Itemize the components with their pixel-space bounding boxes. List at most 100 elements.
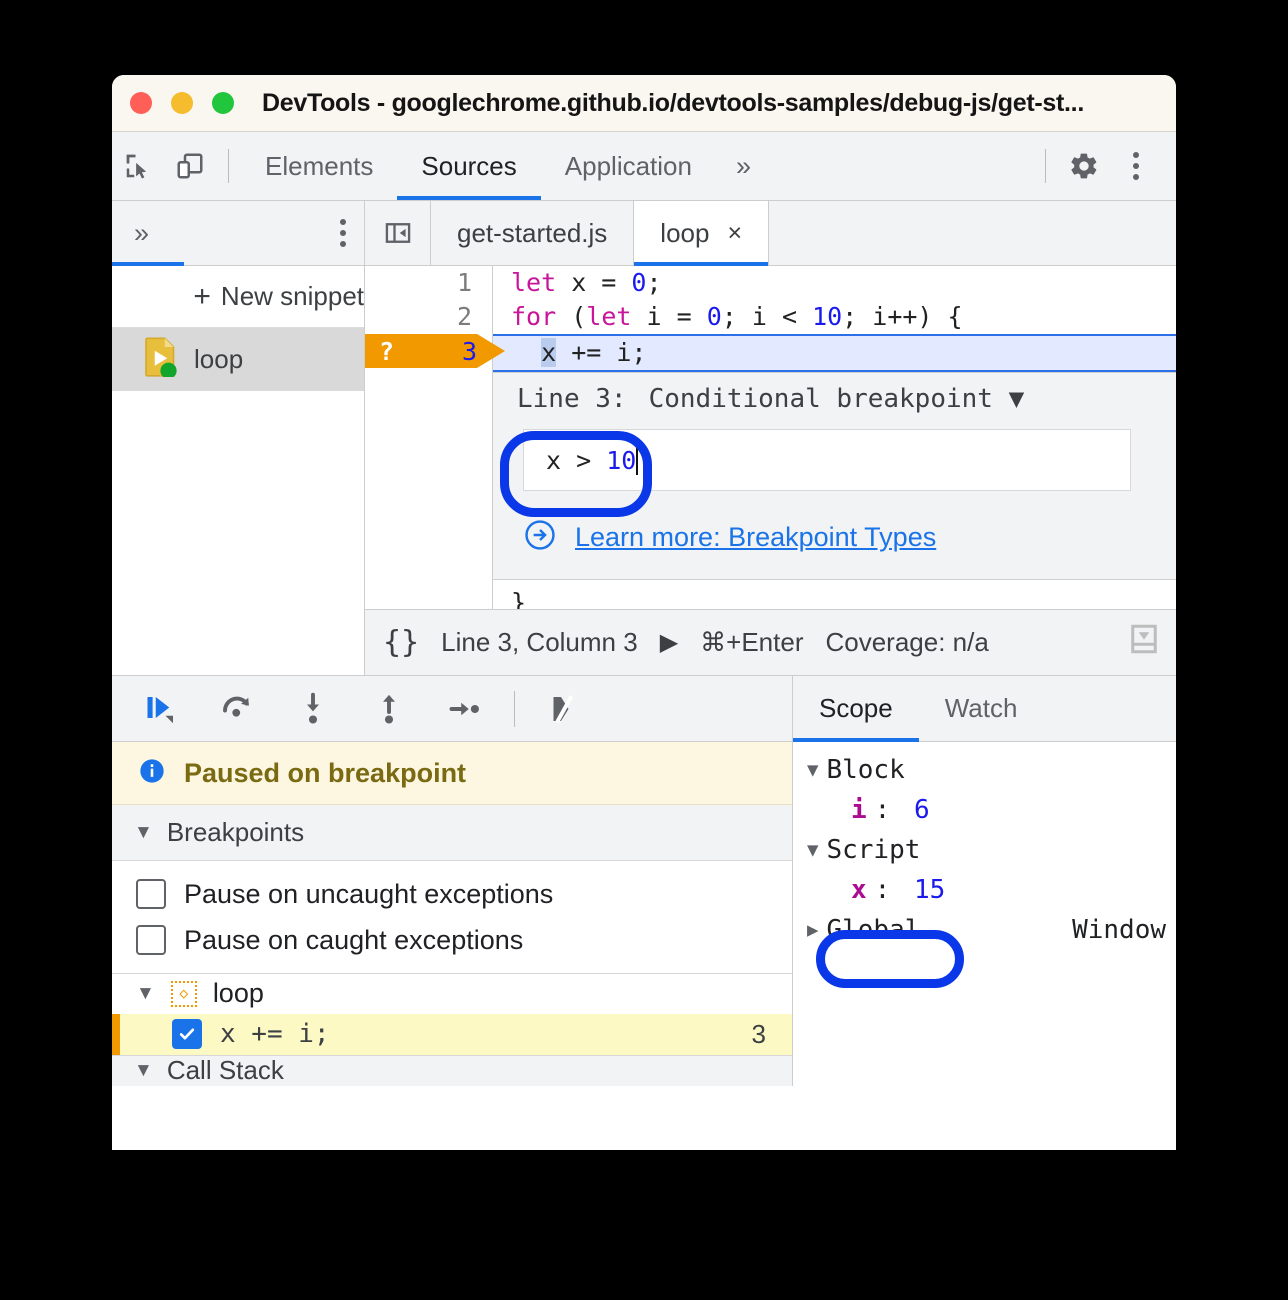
run-snippet-icon[interactable]: ▶ (660, 628, 678, 657)
close-icon[interactable]: × (727, 219, 742, 248)
call-stack-label: Call Stack (167, 1055, 284, 1086)
step-button[interactable] (438, 682, 492, 736)
call-stack-section-header[interactable]: ▼ Call Stack (112, 1055, 792, 1086)
breakpoints-section-header[interactable]: ▼ Breakpoints (112, 805, 792, 861)
pause-caught-exceptions-label: Pause on caught exceptions (184, 925, 523, 956)
navigator-menu-icon[interactable] (340, 219, 346, 247)
snippet-icon (144, 337, 178, 382)
window-controls (130, 92, 234, 114)
breakpoint-condition-editor: Line 3: Conditional breakpoint ▼ x > 10 (493, 372, 1176, 580)
breakpoint-condition-input[interactable]: x > 10 (523, 429, 1131, 491)
zoom-button[interactable] (212, 92, 234, 114)
pause-uncaught-exceptions-row[interactable]: Pause on uncaught exceptions (112, 871, 792, 917)
code-line-1[interactable]: let x = 0; (493, 266, 1176, 300)
tab-elements[interactable]: Elements (241, 132, 397, 200)
breakpoint-group-loop[interactable]: ▼ ◇ loop (112, 973, 792, 1014)
line-number: 3 (462, 337, 477, 366)
code-line-4[interactable]: } (493, 586, 1176, 609)
editor-tab-loop[interactable]: loop × (634, 201, 769, 265)
minimize-button[interactable] (171, 92, 193, 114)
line-number[interactable]: 2 (365, 300, 492, 334)
sidebar-item-loop[interactable]: loop (112, 328, 364, 391)
editor-status-bar: {} Line 3, Column 3 ▶ ⌘+Enter Coverage: … (365, 609, 1176, 675)
navigator-more-icon[interactable]: » (134, 218, 149, 249)
chevron-down-icon[interactable]: ▼ (134, 822, 153, 844)
breakpoint-condition-glyph: ? (379, 337, 394, 366)
close-button[interactable] (130, 92, 152, 114)
gear-icon[interactable] (1058, 140, 1110, 192)
editor-tab-get-started[interactable]: get-started.js (431, 201, 634, 265)
breakpoint-type-label: Conditional breakpoint (649, 384, 993, 414)
chevron-down-icon[interactable]: ▼ (136, 983, 155, 1005)
info-icon (138, 757, 166, 790)
scope-property-i[interactable]: i: 6 (793, 790, 1176, 830)
device-toolbar-icon[interactable] (164, 140, 216, 192)
pause-caught-exceptions-checkbox[interactable] (136, 925, 166, 955)
step-over-button[interactable] (210, 682, 264, 736)
chevron-down-icon[interactable]: ▼ (134, 1060, 153, 1082)
panel-tab-list: Elements Sources Application » (241, 132, 771, 200)
kebab-dots (340, 219, 346, 247)
scope-group-script-label: Script (826, 835, 920, 865)
code-line-3-execution[interactable]: x += i; (493, 334, 1176, 372)
more-panels-icon[interactable]: » (716, 151, 771, 182)
exception-options: Pause on uncaught exceptions Pause on ca… (112, 861, 792, 963)
tab-watch[interactable]: Watch (919, 676, 1044, 741)
tab-sources[interactable]: Sources (397, 132, 540, 200)
scope-group-global-label: Global (826, 915, 920, 945)
tab-scope[interactable]: Scope (793, 676, 919, 741)
breakpoint-type-select[interactable]: Conditional breakpoint ▼ (649, 384, 1025, 414)
debugger-toolbar-divider (514, 691, 515, 727)
scope-group-global[interactable]: ▶ Global Window (793, 910, 1176, 950)
editor-tabstrip: get-started.js loop × (365, 201, 1176, 266)
chevron-right-icon[interactable]: ▶ (807, 919, 818, 941)
kebab-menu-icon[interactable] (1110, 140, 1162, 192)
line-number[interactable]: 4 (365, 604, 492, 609)
toolbar-divider (228, 149, 229, 183)
text-caret (636, 445, 638, 475)
condition-number: 10 (606, 446, 636, 475)
devtools-main-toolbar: Elements Sources Application » (112, 132, 1176, 201)
chevron-down-icon[interactable]: ▼ (807, 759, 818, 781)
inspect-element-icon[interactable] (112, 140, 164, 192)
step-out-button[interactable] (362, 682, 416, 736)
conditional-breakpoint-marker[interactable]: ? 3 (365, 334, 505, 368)
code-lines[interactable]: let x = 0; for (let i = 0; i < 10; i++) … (493, 266, 1176, 609)
breakpoint-line-label: Line 3: (517, 384, 627, 414)
tab-application-label: Application (565, 151, 692, 182)
sidebar-item-loop-label: loop (194, 344, 243, 375)
pause-caught-exceptions-row[interactable]: Pause on caught exceptions (112, 917, 792, 963)
line-number[interactable]: 1 (365, 266, 492, 300)
breakpoint-list-item[interactable]: x += i; 3 (112, 1014, 792, 1055)
deactivate-breakpoints-button[interactable] (537, 682, 591, 736)
hide-navigator-icon[interactable] (365, 201, 431, 265)
chevron-down-icon[interactable]: ▼ (807, 839, 818, 861)
scope-property-value: 15 (914, 875, 945, 905)
new-snippet-button[interactable]: + New snippet (112, 266, 364, 328)
show-drawer-icon[interactable] (1126, 621, 1162, 664)
coverage-label: Coverage: n/a (825, 627, 988, 658)
breakpoint-line-number: 3 (752, 1019, 766, 1050)
pretty-print-icon[interactable]: {} (365, 625, 419, 660)
scope-property-x[interactable]: x: 15 (793, 870, 1176, 910)
editor-tab-loop-label: loop (660, 218, 709, 249)
navigator-pane: » + New snippet (112, 201, 365, 675)
debugger-left-pane: Paused on breakpoint ▼ Breakpoints Pause… (112, 676, 793, 1086)
breakpoint-group-label: loop (213, 978, 264, 1009)
scope-pane: Scope Watch ▼ Block i: 6 ▼ (793, 676, 1176, 1086)
breakpoint-enabled-checkbox[interactable] (172, 1019, 202, 1049)
pause-uncaught-exceptions-checkbox[interactable] (136, 879, 166, 909)
code-line-2[interactable]: for (let i = 0; i < 10; i++) { (493, 300, 1176, 334)
new-snippet-label: New snippet (221, 281, 364, 312)
scope-group-script[interactable]: ▼ Script (793, 830, 1176, 870)
tab-application[interactable]: Application (541, 132, 716, 200)
snippet-small-icon: ◇ (171, 981, 197, 1007)
step-into-button[interactable] (286, 682, 340, 736)
scope-group-block[interactable]: ▼ Block (793, 750, 1176, 790)
chevron-down-icon[interactable]: ▼ (1009, 384, 1025, 414)
scope-property-name: i (851, 795, 867, 825)
scope-group-block-label: Block (826, 755, 904, 785)
resume-script-execution-button[interactable] (134, 682, 188, 736)
learn-more-link[interactable]: Learn more: Breakpoint Types (575, 522, 936, 553)
screenshot-root: DevTools - googlechrome.github.io/devtoo… (0, 0, 1288, 1300)
